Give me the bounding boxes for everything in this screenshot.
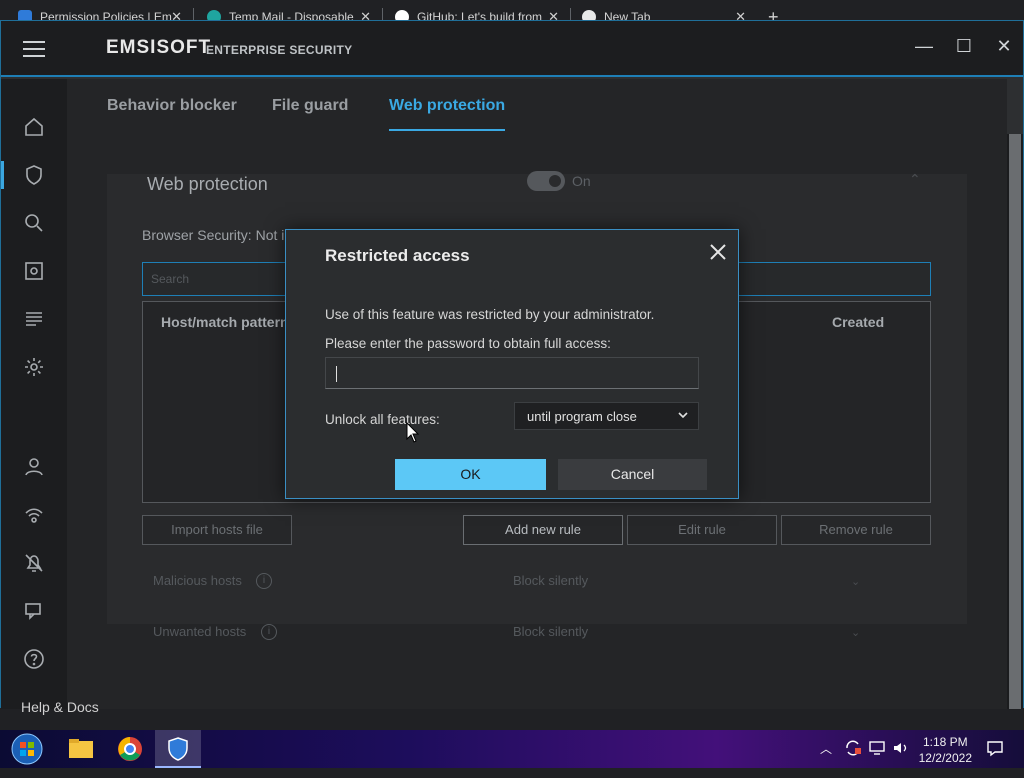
brand-subtitle: ENTERPRISE SECURITY [206, 43, 353, 57]
scan-icon[interactable] [22, 259, 46, 283]
sidebar [1, 79, 67, 709]
remove-rule-button[interactable]: Remove rule [781, 515, 931, 545]
mouse-cursor-icon [406, 421, 420, 444]
password-input[interactable] [325, 357, 699, 389]
web-protection-toggle[interactable] [527, 171, 565, 191]
home-icon[interactable] [22, 115, 46, 139]
notifications-off-icon[interactable] [22, 551, 46, 575]
chevron-down-icon[interactable]: ⌄ [851, 575, 860, 588]
unlock-duration-value: until program close [527, 409, 637, 424]
scrollbar[interactable] [1007, 134, 1023, 709]
logs-icon[interactable] [22, 307, 46, 331]
chrome-icon[interactable] [107, 730, 153, 768]
unlock-duration-select[interactable]: until program close [514, 402, 699, 430]
tab-behavior-blocker[interactable]: Behavior blocker [107, 97, 237, 115]
system-clock[interactable]: 1:18 PM 12/2/2022 [919, 734, 972, 772]
toggle-label: On [572, 173, 591, 189]
notifications-icon[interactable] [986, 739, 1004, 777]
malicious-hosts-label: Malicious hosts [153, 573, 242, 588]
dialog-title: Restricted access [325, 246, 470, 265]
volume-icon[interactable] [892, 739, 910, 777]
add-rule-button[interactable]: Add new rule [463, 515, 623, 545]
malicious-hosts-select[interactable]: Block silently [513, 573, 588, 588]
clock-time: 1:18 PM [922, 735, 968, 749]
unwanted-hosts-label: Unwanted hosts [153, 624, 247, 639]
network-tray-icon[interactable] [868, 739, 886, 777]
tab-file-guard[interactable]: File guard [272, 97, 348, 115]
start-button[interactable] [4, 730, 50, 768]
user-icon[interactable] [22, 455, 46, 479]
minimize-icon[interactable]: — [909, 31, 939, 61]
column-header-host[interactable]: Host/match pattern [161, 314, 289, 330]
password-prompt: Please enter the password to obtain full… [325, 336, 611, 351]
ok-button[interactable]: OK [395, 459, 546, 490]
sync-icon[interactable] [844, 739, 862, 777]
edit-rule-button[interactable]: Edit rule [627, 515, 777, 545]
section-title: Web protection [147, 174, 268, 194]
restriction-message: Use of this feature was restricted by yo… [325, 307, 655, 322]
title-bar: EMSISOFT ENTERPRISE SECURITY — ☐ ✕ [1, 21, 1023, 77]
unlock-label: Unlock all features: [325, 412, 440, 427]
column-header-created[interactable]: Created [832, 314, 884, 330]
cancel-button[interactable]: Cancel [558, 459, 707, 490]
close-icon[interactable] [706, 240, 730, 264]
taskbar: ︿ 1:18 PM 12/2/2022 [0, 730, 1024, 768]
text-caret [336, 366, 337, 382]
unwanted-hosts-select[interactable]: Block silently [513, 624, 588, 639]
shield-icon[interactable] [1, 161, 46, 189]
collapse-chevron-icon[interactable]: ⌃ [909, 171, 921, 188]
restricted-access-dialog: Restricted access Use of this feature wa… [285, 229, 739, 499]
settings-icon[interactable] [22, 355, 46, 379]
chat-icon[interactable] [22, 599, 46, 623]
emsisoft-taskbar-icon[interactable] [155, 730, 201, 768]
import-hosts-button[interactable]: Import hosts file [142, 515, 292, 545]
chevron-down-icon[interactable]: ⌄ [851, 626, 860, 639]
close-window-icon[interactable]: ✕ [989, 31, 1019, 61]
hamburger-menu-icon[interactable] [23, 41, 45, 57]
maximize-icon[interactable]: ☐ [949, 31, 979, 61]
brand-logo: EMSISOFT [106, 37, 212, 58]
search-icon[interactable] [22, 211, 46, 235]
clock-date: 12/2/2022 [918, 751, 972, 765]
info-icon[interactable]: i [261, 624, 277, 640]
file-explorer-icon[interactable] [57, 730, 103, 768]
scrollbar-thumb[interactable] [1009, 134, 1021, 709]
help-icon[interactable] [22, 647, 46, 671]
tab-web-protection[interactable]: Web protection [389, 97, 506, 131]
browser-security-status: Browser Security: Not in [142, 227, 293, 243]
help-docs-link[interactable]: Help & Docs [21, 699, 99, 715]
network-icon[interactable] [22, 503, 46, 527]
show-hidden-icons-icon[interactable]: ︿ [820, 740, 832, 778]
chevron-down-icon [678, 412, 688, 419]
info-icon[interactable]: i [256, 573, 272, 589]
